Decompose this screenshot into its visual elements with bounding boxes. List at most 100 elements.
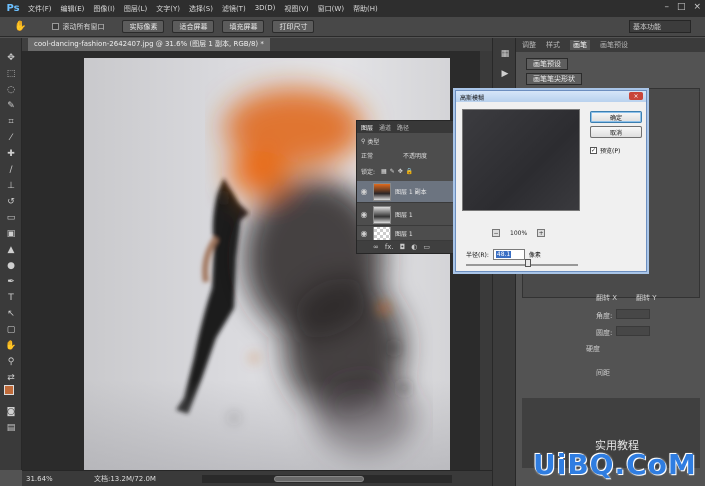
crop-tool-icon[interactable]: ⌗ [4, 116, 18, 128]
foreground-color-swatch[interactable] [4, 385, 14, 395]
tab-brush-presets[interactable]: 画笔预设 [600, 40, 628, 50]
cancel-button[interactable]: 取消 [590, 126, 642, 138]
radius-slider-knob[interactable] [524, 259, 531, 267]
menu-filter[interactable]: 滤镜(T) [222, 4, 246, 14]
brush-tool-icon[interactable]: ∕ [4, 164, 18, 176]
menu-image[interactable]: 图像(I) [93, 4, 115, 14]
zoom-level[interactable]: 31.64% [22, 475, 64, 483]
layer-kind-filter[interactable]: ⚲ 类型 [357, 135, 457, 147]
layer-row[interactable]: ◉ 图层 1 副本 [357, 181, 457, 203]
menu-help[interactable]: 帮助(H) [353, 4, 378, 14]
flip-x-label[interactable]: 翻转 X [596, 293, 617, 303]
brush-tip-shape-button[interactable]: 画笔笔尖形状 [526, 73, 582, 85]
layer-effects-button[interactable]: fx. [385, 243, 394, 251]
type-tool-icon[interactable]: T [4, 292, 18, 304]
zoom-tool-icon[interactable]: ⚲ [4, 356, 18, 368]
menu-file[interactable]: 文件(F) [28, 4, 52, 14]
hand-tool-icon[interactable]: ✋ [14, 21, 26, 32]
horizontal-scrollbar[interactable] [202, 475, 452, 483]
eyedropper-tool-icon[interactable]: ⁄ [4, 132, 18, 144]
ok-button[interactable]: 确定 [590, 111, 642, 123]
screen-mode-icon[interactable]: ▤ [4, 422, 18, 434]
zoom-out-icon[interactable]: − [492, 229, 500, 237]
menu-edit[interactable]: 编辑(E) [61, 4, 85, 14]
history-brush-tool-icon[interactable]: ↺ [4, 196, 18, 208]
menu-type[interactable]: 文字(Y) [156, 4, 180, 14]
fill-screen-button[interactable]: 填充屏幕 [222, 20, 265, 33]
dialog-title: 高斯模糊 [460, 95, 485, 102]
eraser-tool-icon[interactable]: ▭ [4, 212, 18, 224]
document-info[interactable]: 文档:13.2M/72.0M [64, 474, 156, 484]
lasso-tool-icon[interactable]: ◌ [4, 84, 18, 96]
document-tab[interactable]: cool-dancing-fashion-2642407.jpg @ 31.6%… [28, 38, 270, 51]
menu-3d[interactable]: 3D(D) [255, 4, 276, 14]
tab-layers[interactable]: 图层 [361, 123, 373, 132]
scroll-all-windows-checkbox[interactable]: 滚动所有窗口 [52, 22, 104, 32]
radius-value[interactable]: 48.1 [495, 251, 512, 258]
menu-view[interactable]: 视图(V) [284, 4, 308, 14]
tab-brush[interactable]: 画笔 [570, 40, 590, 50]
link-layers-icon[interactable]: ∞ [373, 243, 379, 251]
pen-tool-icon[interactable]: ✒ [4, 276, 18, 288]
quick-mask-icon[interactable]: ◙ [4, 406, 18, 418]
tab-channels[interactable]: 通道 [379, 123, 391, 132]
menu-layer[interactable]: 图层(L) [124, 4, 147, 14]
layer-name[interactable]: 图层 1 [395, 210, 413, 219]
add-mask-icon[interactable]: ◘ [400, 243, 406, 251]
print-size-button[interactable]: 打印尺寸 [272, 20, 315, 33]
brush-presets-button[interactable]: 画笔预设 [526, 58, 568, 70]
actual-pixels-button[interactable]: 实际像素 [122, 20, 165, 33]
close-icon[interactable]: × [629, 92, 643, 100]
blur-tool-icon[interactable]: ▲ [4, 244, 18, 256]
adjustment-layer-icon[interactable]: ◐ [411, 243, 417, 251]
visibility-eye-icon[interactable]: ◉ [357, 187, 371, 196]
visibility-eye-icon[interactable]: ◉ [357, 210, 371, 219]
radius-input[interactable]: 48.1 [492, 249, 525, 260]
preview-checkbox-box[interactable]: ✓ [590, 147, 597, 154]
angle-field[interactable] [616, 309, 650, 319]
zoom-in-icon[interactable]: + [537, 229, 546, 237]
quick-select-tool-icon[interactable]: ✎ [4, 100, 18, 112]
tab-paths[interactable]: 路径 [397, 123, 409, 132]
clone-stamp-tool-icon[interactable]: ⊥ [4, 180, 18, 192]
shape-tool-icon[interactable]: ▢ [4, 324, 18, 336]
preview-checkbox[interactable]: ✓ 预览(P) [590, 146, 620, 155]
layer-row[interactable]: ◉ 图层 1 [357, 227, 457, 241]
actions-panel-icon[interactable]: ▶ [499, 68, 511, 79]
minimize-icon[interactable]: – [664, 2, 669, 12]
radius-slider-track[interactable] [466, 264, 578, 266]
history-panel-icon[interactable]: ▦ [499, 48, 511, 59]
tab-adjustments[interactable]: 调整 [522, 40, 536, 50]
fit-screen-button[interactable]: 适合屏幕 [172, 20, 215, 33]
dancer-figure [176, 178, 249, 414]
close-window-icon[interactable]: × [693, 2, 701, 12]
blend-mode-select[interactable]: 正常 [361, 151, 373, 160]
visibility-eye-icon[interactable]: ◉ [357, 229, 371, 238]
maximize-icon[interactable]: □ [677, 2, 686, 12]
healing-brush-tool-icon[interactable]: ✚ [4, 148, 18, 160]
flip-y-label[interactable]: 翻转 Y [636, 293, 657, 303]
hand-tool-icon[interactable]: ✋ [4, 340, 18, 352]
dodge-tool-icon[interactable]: ● [4, 260, 18, 272]
layer-name[interactable]: 图层 1 [395, 229, 413, 238]
swap-colors-icon[interactable]: ⇄ [4, 372, 18, 384]
roundness-field[interactable] [616, 326, 650, 336]
canvas-area[interactable] [22, 51, 492, 470]
blur-preview-pane[interactable] [462, 109, 580, 211]
workspace-select[interactable]: 基本功能 [629, 20, 691, 33]
move-tool-icon[interactable]: ✥ [4, 52, 18, 64]
lock-icons[interactable]: ▦✎✥🔒 [381, 168, 416, 175]
menu-window[interactable]: 窗口(W) [318, 4, 344, 14]
gradient-tool-icon[interactable]: ▣ [4, 228, 18, 240]
tab-styles[interactable]: 样式 [546, 40, 560, 50]
menu-select[interactable]: 选择(S) [189, 4, 213, 14]
path-select-tool-icon[interactable]: ↖ [4, 308, 18, 320]
marquee-tool-icon[interactable]: ⬚ [4, 68, 18, 80]
group-icon[interactable]: ▭ [423, 243, 430, 251]
scroll-thumb[interactable] [274, 476, 364, 482]
status-bar: 31.64% 文档:13.2M/72.0M [22, 470, 492, 486]
checkbox-box[interactable] [52, 23, 60, 30]
layer-row[interactable]: ◉ 图层 1 [357, 204, 457, 226]
spacing-label: 间距 [596, 369, 610, 377]
layer-name[interactable]: 图层 1 副本 [395, 187, 427, 196]
